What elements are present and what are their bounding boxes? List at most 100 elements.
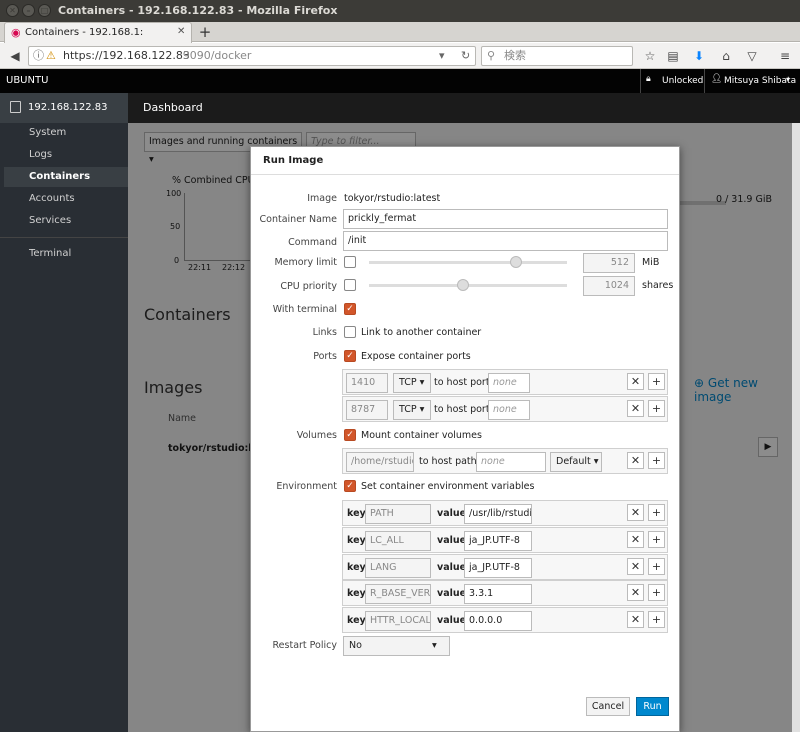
remove-env-button[interactable]: ✕ [627,611,644,628]
memory-limit-label: Memory limit [274,257,337,268]
sidebar-item-services[interactable]: Services [0,211,128,231]
volumes-checkbox-label[interactable]: Mount container volumes [361,430,482,441]
host-path-input[interactable]: none [476,452,546,472]
pocket-icon[interactable]: ▽ [743,47,761,65]
memory-limit-checkbox[interactable] [344,256,356,268]
env-key-input[interactable]: LANG [365,558,431,578]
bookmark-star-icon[interactable]: ☆ [641,47,659,65]
environment-checkbox[interactable]: ✓ [344,480,356,492]
host-port-input[interactable]: none [488,373,530,393]
reading-list-icon[interactable]: ▤ [664,47,682,65]
add-env-button[interactable]: + [648,558,665,575]
sidebar-item-system[interactable]: System [0,123,128,143]
container-name-input[interactable]: prickly_fermat [343,209,668,229]
remove-env-button[interactable]: ✕ [627,531,644,548]
add-env-button[interactable]: + [648,531,665,548]
environment-checkbox-label[interactable]: Set container environment variables [361,481,534,492]
container-port-input[interactable]: 8787 [346,400,388,420]
close-window-icon[interactable]: ✕ [6,4,19,17]
reload-icon[interactable]: ↻ [461,47,470,65]
protocol-value: TCP [399,404,417,415]
download-icon[interactable]: ⬇ [690,47,708,65]
sidebar-item-logs[interactable]: Logs [0,145,128,165]
back-icon[interactable]: ◀ [6,47,24,65]
add-env-button[interactable]: + [648,611,665,628]
container-path-input[interactable]: /home/rstudio [346,452,414,472]
add-port-button[interactable]: + [648,400,665,417]
add-port-button[interactable]: + [648,373,665,390]
page-title: Dashboard [143,101,203,114]
volume-mode-select[interactable]: Default ▾ [550,452,602,472]
ports-checkbox[interactable]: ✓ [344,350,356,362]
links-checkbox-label[interactable]: Link to another container [361,327,481,338]
sidebar-item-terminal[interactable]: Terminal [0,244,128,264]
container-port-input[interactable]: 1410 [346,373,388,393]
cpu-slider-knob[interactable] [457,279,469,291]
environment-label: Environment [276,481,337,492]
image-label: Image [307,193,337,204]
host-port-input[interactable]: none [488,400,530,420]
memory-unit: MiB [642,257,660,268]
host-selector[interactable]: 192.168.122.83 [0,93,128,123]
command-input[interactable]: /init [343,231,668,251]
env-key-input[interactable]: LC_ALL [365,531,431,551]
close-tab-icon[interactable]: ✕ [177,26,185,37]
add-env-button[interactable]: + [648,504,665,521]
cpu-value-input[interactable]: 1024 [583,276,635,296]
env-value-input[interactable]: 3.3.1 [464,584,532,604]
cpu-priority-checkbox[interactable] [344,279,356,291]
memory-slider-knob[interactable] [510,256,522,268]
remove-volume-button[interactable]: ✕ [627,452,644,469]
maximize-window-icon[interactable]: □ [38,4,51,17]
with-terminal-checkbox[interactable]: ✓ [344,303,356,315]
protocol-select[interactable]: TCP ▾ [393,400,431,420]
search-icon: ⚲ [487,49,496,62]
remove-port-button[interactable]: ✕ [627,373,644,390]
add-volume-button[interactable]: + [648,452,665,469]
browser-tab[interactable]: ◉ Containers - 192.168.1: ✕ [4,22,192,43]
url-dropdown-icon[interactable]: ▾ [439,47,445,65]
links-checkbox[interactable] [344,326,356,338]
url-host: https://192.168.122.83 [63,49,190,62]
search-box[interactable]: ⚲ 検索 [481,46,633,66]
dialog-title: Run Image [263,155,324,166]
sidebar-item-accounts[interactable]: Accounts [0,189,128,209]
sidebar-item-containers[interactable]: Containers [4,167,128,187]
ports-checkbox-label[interactable]: Expose container ports [361,351,471,362]
memory-value-input[interactable]: 512 [583,253,635,273]
info-icon[interactable]: ⓘ [33,47,44,65]
memory-slider[interactable] [369,261,567,264]
insecure-lock-icon[interactable]: ⚠ [46,47,56,65]
env-value-input[interactable]: /usr/lib/rstudio [464,504,532,524]
cancel-button[interactable]: Cancel [586,697,630,716]
new-tab-button[interactable]: + [196,22,214,42]
env-value-input[interactable]: ja_JP.UTF-8 [464,558,532,578]
menu-icon[interactable]: ≡ [776,47,794,65]
minimize-window-icon[interactable]: – [22,4,35,17]
env-key-label: key [347,535,366,546]
remove-port-button[interactable]: ✕ [627,400,644,417]
volumes-checkbox[interactable]: ✓ [344,429,356,441]
add-env-button[interactable]: + [648,584,665,601]
home-icon[interactable]: ⌂ [717,47,735,65]
env-value-label: value [437,615,467,626]
to-host-port-label: to host port [434,377,490,388]
lock-status[interactable]: Unlocked [662,76,703,86]
env-key-input[interactable]: R_BASE_VERSI [365,584,431,604]
remove-env-button[interactable]: ✕ [627,504,644,521]
remove-env-button[interactable]: ✕ [627,584,644,601]
env-value-input[interactable]: 0.0.0.0 [464,611,532,631]
env-value-input[interactable]: ja_JP.UTF-8 [464,531,532,551]
run-button[interactable]: Run [636,697,669,716]
url-bar[interactable]: ⓘ ⚠ https://192.168.122.83 :9090/docker … [28,46,476,66]
restart-policy-select[interactable]: No ▾ [343,636,450,656]
remove-env-button[interactable]: ✕ [627,558,644,575]
env-key-input[interactable]: PATH [365,504,431,524]
scrollbar[interactable] [792,123,800,732]
env-value-label: value [437,588,467,599]
to-host-path-label: to host path [419,456,477,467]
env-key-input[interactable]: HTTR_LOCALH [365,611,431,631]
protocol-select[interactable]: TCP ▾ [393,373,431,393]
chevron-down-icon[interactable]: ▾ [786,75,790,84]
container-name-label: Container Name [259,214,337,225]
